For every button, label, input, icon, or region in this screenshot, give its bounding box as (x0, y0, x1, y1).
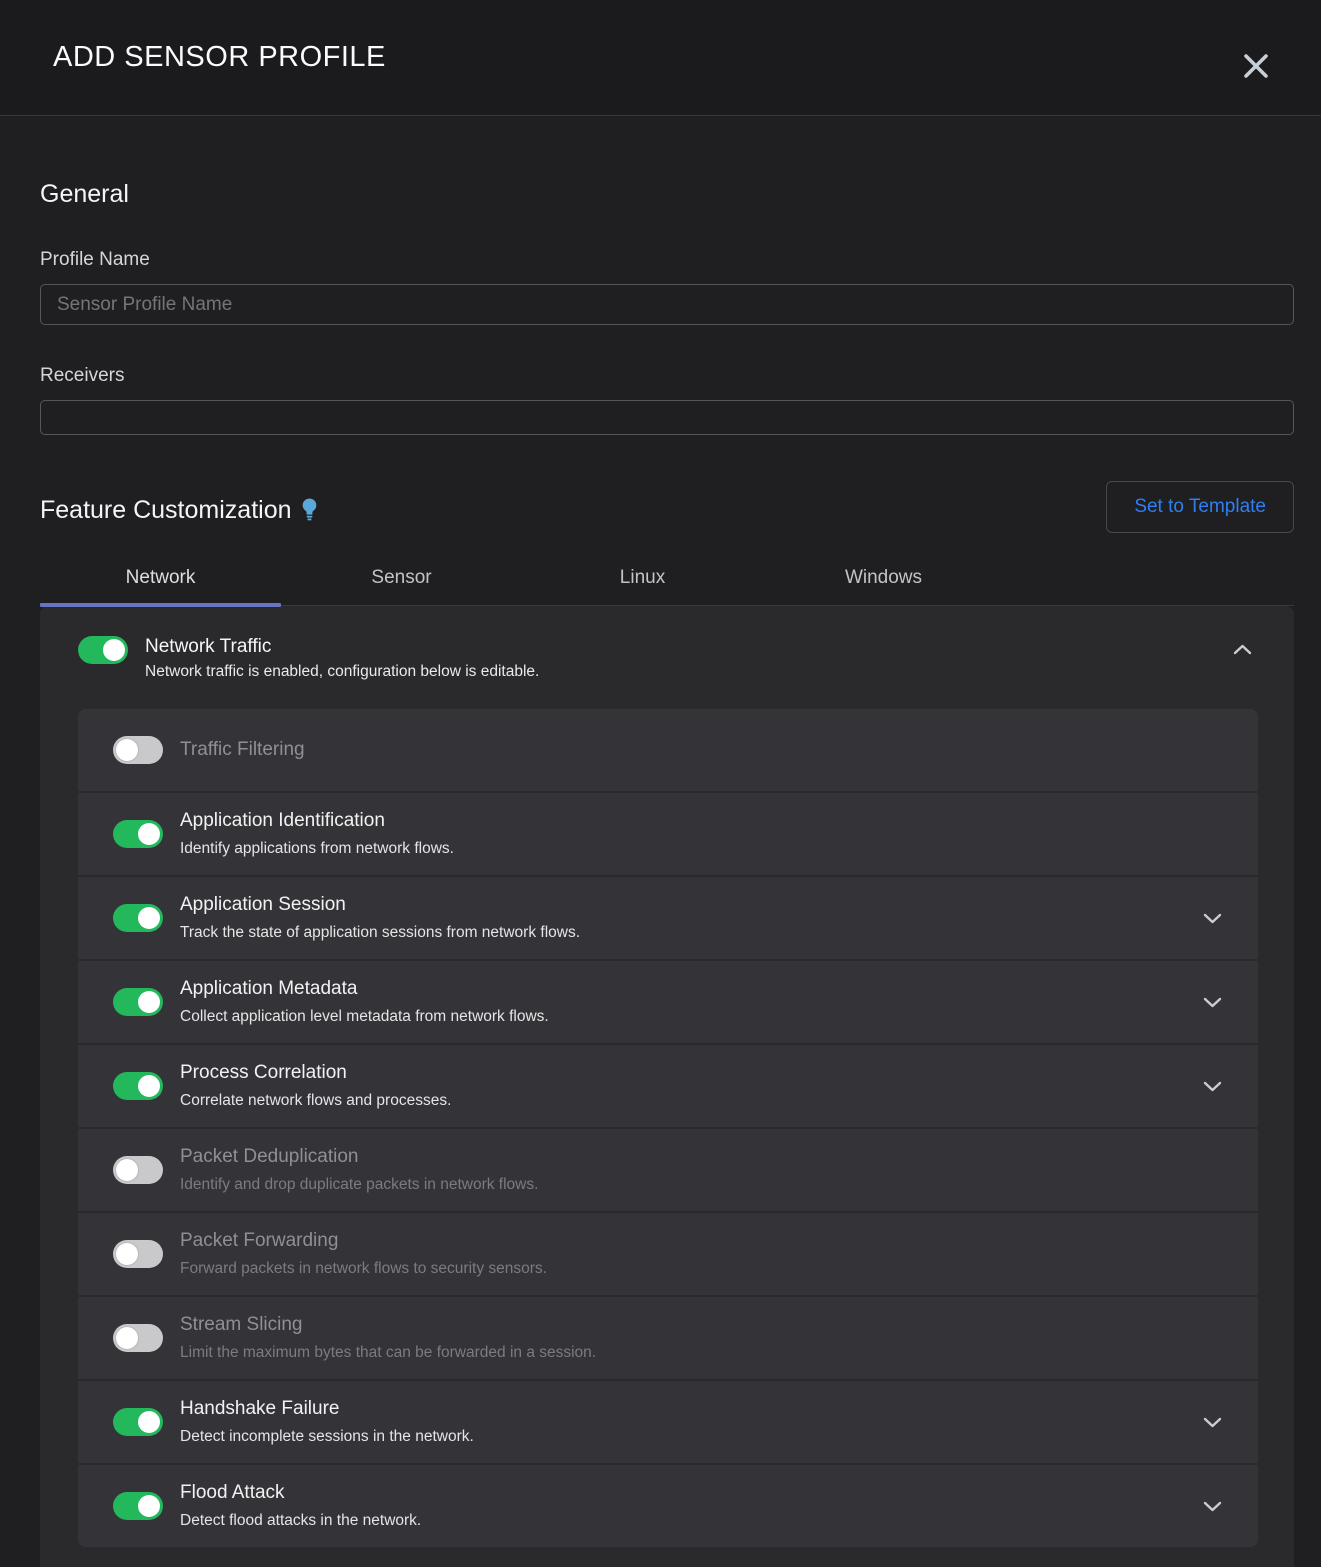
feature-description: Identify applications from network flows… (180, 840, 1222, 858)
feature-toggle[interactable] (113, 1072, 163, 1100)
toggle-knob (138, 1411, 160, 1433)
feature-toggle[interactable] (113, 988, 163, 1016)
feature-toggle[interactable] (113, 1408, 163, 1436)
feature-title: Application Session (180, 894, 1203, 916)
toggle-knob (103, 639, 125, 661)
chevron-down-icon[interactable] (1203, 1081, 1222, 1092)
modal-body: General Profile Name Receivers Feature C… (40, 180, 1294, 1567)
feature-toggle[interactable] (113, 1324, 163, 1352)
feature-description: Detect flood attacks in the network. (180, 1512, 1203, 1530)
feature-description: Identify and drop duplicate packets in n… (180, 1176, 1222, 1194)
feature-row: Handshake Failure Detect incomplete sess… (78, 1381, 1258, 1463)
network-traffic-description: Network traffic is enabled, configuratio… (145, 663, 1233, 681)
profile-name-label: Profile Name (40, 249, 1294, 271)
chevron-down-icon[interactable] (1203, 913, 1222, 924)
feature-customization-heading: Feature Customization (40, 496, 292, 525)
tab-label: Network (126, 567, 196, 589)
feature-row: Application Identification Identify appl… (78, 793, 1258, 875)
feature-description: Forward packets in network flows to secu… (180, 1260, 1222, 1278)
feature-row: Stream Slicing Limit the maximum bytes t… (78, 1297, 1258, 1379)
feature-row: Process Correlation Correlate network fl… (78, 1045, 1258, 1127)
feature-row: Packet Deduplication Identify and drop d… (78, 1129, 1258, 1211)
feature-toggle[interactable] (113, 736, 163, 764)
modal-header: ADD SENSOR PROFILE (0, 0, 1321, 116)
feature-row: Traffic Filtering (78, 709, 1258, 791)
feature-row: Application Metadata Collect application… (78, 961, 1258, 1043)
feature-row: Flood Attack Detect flood attacks in the… (78, 1465, 1258, 1547)
network-traffic-toggle[interactable] (78, 636, 128, 664)
tab-windows[interactable]: Windows (763, 551, 1004, 605)
feature-title: Traffic Filtering (180, 739, 1222, 761)
feature-description: Limit the maximum bytes that can be forw… (180, 1344, 1222, 1362)
profile-name-input[interactable] (40, 284, 1294, 325)
toggle-knob (116, 1159, 138, 1181)
feature-description: Detect incomplete sessions in the networ… (180, 1428, 1203, 1446)
toggle-knob (138, 991, 160, 1013)
network-features-panel: Network Traffic Network traffic is enabl… (40, 606, 1294, 1567)
toggle-knob (116, 1327, 138, 1349)
chevron-down-icon[interactable] (1203, 1501, 1222, 1512)
network-traffic-title: Network Traffic (145, 636, 1233, 658)
feature-title: Packet Forwarding (180, 1230, 1222, 1252)
feature-title: Packet Deduplication (180, 1146, 1222, 1168)
chevron-up-icon[interactable] (1233, 642, 1252, 660)
feature-list: Traffic Filtering Application Identifica… (78, 709, 1258, 1547)
modal-title: ADD SENSOR PROFILE (53, 41, 386, 74)
toggle-knob (138, 1495, 160, 1517)
feature-toggle[interactable] (113, 1240, 163, 1268)
close-button[interactable] (1237, 48, 1275, 86)
feature-toggle[interactable] (113, 820, 163, 848)
chevron-down-icon[interactable] (1203, 1417, 1222, 1428)
feature-toggle[interactable] (113, 904, 163, 932)
toggle-knob (138, 1075, 160, 1097)
feature-title: Stream Slicing (180, 1314, 1222, 1336)
toggle-knob (116, 1243, 138, 1265)
receivers-label: Receivers (40, 365, 1294, 387)
feature-customization-header: Feature Customization Set to Template (40, 483, 1294, 537)
feature-toggle[interactable] (113, 1492, 163, 1520)
tab-label: Sensor (371, 567, 431, 589)
feature-row: Application Session Track the state of a… (78, 877, 1258, 959)
feature-description: Track the state of application sessions … (180, 924, 1203, 942)
receivers-input[interactable] (40, 400, 1294, 435)
tab-network[interactable]: Network (40, 551, 281, 605)
chevron-down-icon[interactable] (1203, 997, 1222, 1008)
close-icon (1239, 49, 1273, 86)
feature-description: Collect application level metadata from … (180, 1008, 1203, 1026)
tab-label: Linux (620, 567, 665, 589)
tab-sensor[interactable]: Sensor (281, 551, 522, 605)
network-traffic-row: Network Traffic Network traffic is enabl… (40, 636, 1294, 681)
tab-linux[interactable]: Linux (522, 551, 763, 605)
feature-title: Application Identification (180, 810, 1222, 832)
lightbulb-icon (301, 496, 318, 528)
toggle-knob (138, 823, 160, 845)
feature-tabs: Network Sensor Linux Windows (40, 551, 1294, 606)
feature-row: Packet Forwarding Forward packets in net… (78, 1213, 1258, 1295)
feature-title: Flood Attack (180, 1482, 1203, 1504)
feature-toggle[interactable] (113, 1156, 163, 1184)
feature-title: Handshake Failure (180, 1398, 1203, 1420)
general-heading: General (40, 180, 1294, 209)
tab-label: Windows (845, 567, 922, 589)
feature-description: Correlate network flows and processes. (180, 1092, 1203, 1110)
feature-title: Process Correlation (180, 1062, 1203, 1084)
toggle-knob (116, 739, 138, 761)
feature-title: Application Metadata (180, 978, 1203, 1000)
toggle-knob (138, 907, 160, 929)
set-to-template-button[interactable]: Set to Template (1106, 481, 1294, 533)
